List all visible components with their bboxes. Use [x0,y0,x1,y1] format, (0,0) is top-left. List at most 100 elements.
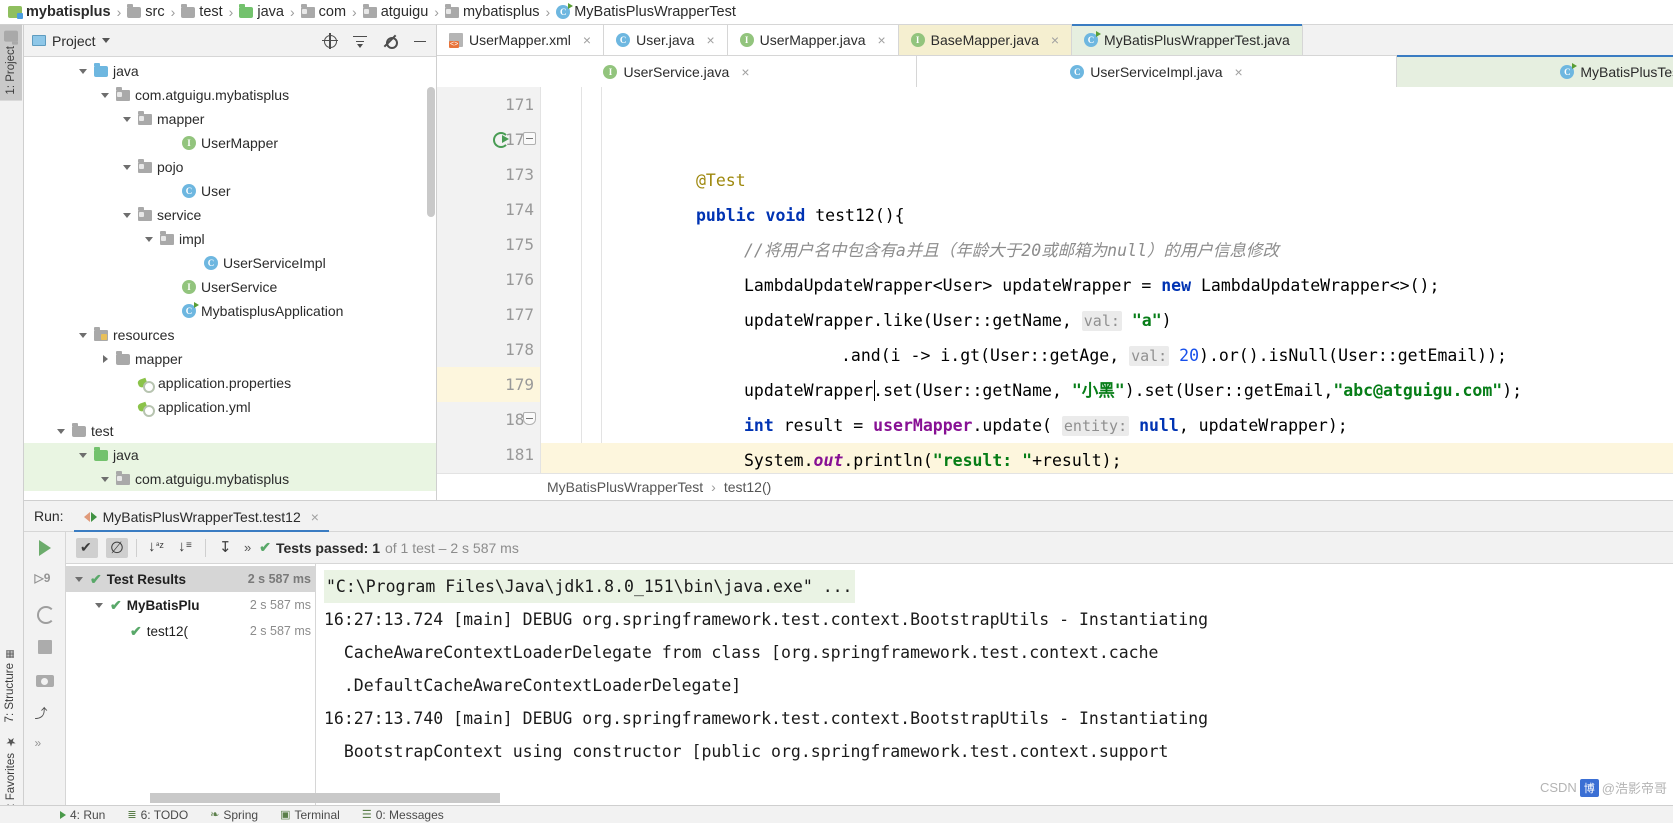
editor-tab[interactable]: CMyBatisPlusTest.java [1397,55,1673,87]
code-text[interactable]: @Test public void test12(){//将用户名中包含有a并且（… [541,87,1673,500]
tree-node[interactable]: service [24,203,436,227]
chevron-down-icon[interactable] [78,330,89,341]
tree-node[interactable]: application.yml [24,395,436,419]
tree-node[interactable]: com.atguigu.mybatisplus [24,83,436,107]
more-icon[interactable]: » [35,736,55,756]
tree-node[interactable]: C UserServiceImpl [24,251,436,275]
code-editor[interactable]: 171 172 173 174 175 176 177 178 179 180 181 @Test p… [437,87,1673,500]
fold-end-icon[interactable] [523,412,536,425]
status-bar-item[interactable]: ≣ 6: TODO [127,808,188,822]
code-line[interactable]: LambdaUpdateWrapper<User> updateWrapper … [541,268,1673,303]
run-configuration-tab[interactable]: MyBatisPlusWrapperTest.test12 × [73,505,330,532]
gutter-line[interactable]: 177 [437,297,540,332]
test-results-tree[interactable]: ✔ Test Results 2 s 587 ms ✔ MyBatisPlu 2 s 58… [66,564,316,805]
gutter-line[interactable]: 174 [437,192,540,227]
rerun-failed-icon[interactable]: ▷9 [35,571,55,591]
code-breadcrumb-method[interactable]: test12() [724,479,771,495]
close-icon[interactable]: × [1235,64,1243,80]
breadcrumb-item-mybatisplus-pkg[interactable]: mybatisplus [443,3,542,20]
breadcrumb-item-class[interactable]: C MyBatisPlusWrapperTest [554,3,738,20]
rail-button-project[interactable]: 1: Project [0,25,22,101]
tree-node[interactable]: mapper [24,107,436,131]
close-icon[interactable]: × [311,509,319,525]
status-bar-item[interactable]: ☰ 0: Messages [362,808,444,822]
editor-tab[interactable]: C MyBatisPlusWrapperTest.java [1072,24,1303,55]
code-line[interactable]: updateWrapper.set(User::getName, "小黑").s… [541,373,1673,408]
editor-tab[interactable]: I UserService.java × [437,56,917,87]
gear-icon[interactable] [382,33,398,49]
close-icon[interactable]: × [583,32,591,48]
tree-node[interactable]: C User [24,179,436,203]
code-line[interactable]: //将用户名中包含有a并且（年龄大于20或邮箱为null）的用户信息修改 [541,233,1673,268]
project-tree[interactable]: java com.atguigu.mybatisplus mapper I UserMa… [24,57,436,500]
close-icon[interactable]: × [706,32,714,48]
tree-node[interactable]: I UserMapper [24,131,436,155]
camera-icon[interactable] [35,670,55,690]
status-bar-item[interactable]: ❧ Spring [210,808,258,822]
gutter-line[interactable]: 181 [437,437,540,472]
fold-collapse-icon[interactable] [523,132,536,145]
gutter-line[interactable]: 173 [437,157,540,192]
breadcrumb-item-src[interactable]: src [125,3,166,20]
project-tree-scrollbar[interactable] [427,87,435,217]
more-toolbar-icon[interactable]: » [244,540,251,555]
show-ignored-icon[interactable] [106,537,128,558]
editor-tab[interactable]: I UserMapper.java × [727,25,899,55]
tree-node[interactable]: java [24,59,436,83]
show-passed-icon[interactable] [76,537,98,558]
chevron-down-icon[interactable] [122,162,133,173]
sort-by-duration-icon[interactable] [175,538,197,558]
gutter-line[interactable]: 175 [437,227,540,262]
tree-node[interactable]: com.atguigu.mybatisplus [24,467,436,491]
export-icon[interactable]: ⤴ [35,703,55,723]
tree-node[interactable]: impl [24,227,436,251]
code-line[interactable]: .and(i -> i.gt(User::getAge, val: 20).or… [541,338,1673,373]
code-line[interactable]: public void test12(){ [541,198,1673,233]
gutter-line[interactable]: 172 [437,122,540,157]
editor-tab[interactable]: C UserServiceImpl.java × [917,56,1397,87]
run-test-gutter-icon[interactable] [493,131,509,148]
test-tree-row[interactable]: ✔ test12(2 s 587 ms [66,618,315,644]
breadcrumb-item-com[interactable]: com [299,3,348,20]
close-icon[interactable]: × [1051,32,1059,48]
tree-node[interactable]: java [24,443,436,467]
tree-node[interactable]: I UserService [24,275,436,299]
gutter-line[interactable]: 178 [437,332,540,367]
collapse-all-icon[interactable] [352,33,368,49]
chevron-down-icon[interactable] [100,474,111,485]
code-line[interactable]: @Test [541,163,1673,198]
close-icon[interactable]: × [741,64,749,80]
code-line[interactable]: int result = userMapper.update( entity: … [541,408,1673,443]
gutter-line[interactable]: 171 [437,87,540,122]
sort-alphabetically-icon[interactable] [145,538,167,558]
gutter-line[interactable]: 176 [437,262,540,297]
chevron-down-icon[interactable] [100,90,111,101]
rerun-icon[interactable] [35,538,55,558]
breadcrumb-item-atguigu[interactable]: atguigu [361,3,431,20]
tree-node[interactable]: mapper [24,347,436,371]
chevron-down-icon[interactable] [78,450,89,461]
chevron-down-icon[interactable] [122,114,133,125]
tree-node[interactable]: pojo [24,155,436,179]
expand-all-icon[interactable] [214,538,236,558]
chevron-down-icon[interactable] [122,210,133,221]
breadcrumb-item-test[interactable]: test [179,3,224,20]
rerun-automatically-icon[interactable] [35,604,55,624]
breadcrumb-item-java[interactable]: java [237,3,286,20]
close-icon[interactable]: × [877,32,885,48]
rail-button-structure[interactable]: 7: Structure ▦ [0,643,20,728]
scroll-from-source-icon[interactable] [322,32,338,49]
stop-icon[interactable] [35,637,55,657]
chevron-right-icon[interactable] [100,354,111,365]
gutter-line[interactable]: 179 [437,367,540,402]
console-output[interactable]: "C:\Program Files\Java\jdk1.8.0_151\bin\… [316,564,1673,805]
tree-node[interactable]: application.properties [24,371,436,395]
editor-tab[interactable]: I BaseMapper.java × [898,25,1073,55]
status-bar-item[interactable]: ▣ Terminal [280,808,340,822]
test-tree-row[interactable]: ✔ Test Results 2 s 587 ms [66,566,315,592]
editor-gutter[interactable]: 171 172 173 174 175 176 177 178 179 180 181 [437,87,541,500]
editor-tab[interactable]: UserMapper.xml × [437,25,605,55]
tree-node[interactable]: test [24,419,436,443]
tree-node[interactable]: C MybatisplusApplication [24,299,436,323]
console-horizontal-scrollbar[interactable] [150,793,500,803]
